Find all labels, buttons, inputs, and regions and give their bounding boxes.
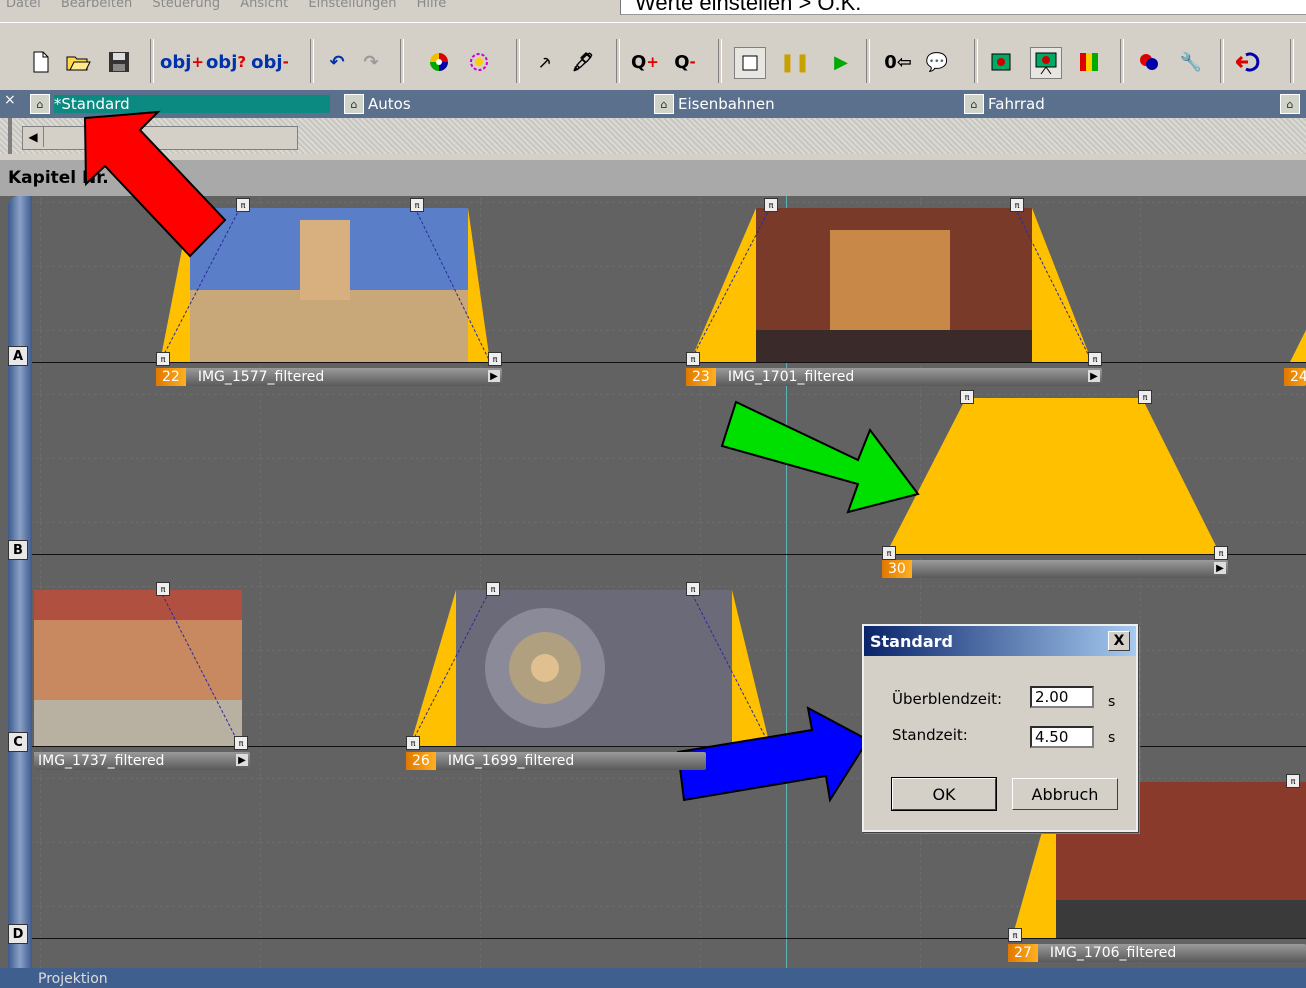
- clip-end-icon[interactable]: ▶: [1088, 370, 1100, 382]
- stand-time-unit: s: [1108, 730, 1116, 746]
- green-arrow: [720, 400, 920, 514]
- clip-handle[interactable]: π: [486, 582, 500, 596]
- clip-bar-30[interactable]: 30 ▶: [882, 560, 1228, 578]
- clip-graphics: [34, 110, 1306, 938]
- clip-number: 26: [406, 752, 436, 770]
- red-arrow: [83, 110, 227, 258]
- clip-handle[interactable]: π: [1010, 198, 1024, 212]
- clip-number: 30: [882, 560, 912, 578]
- clip-name: IMG_1699_filtered: [447, 753, 575, 769]
- clip-handle[interactable]: π: [960, 390, 974, 404]
- clip-handle[interactable]: π: [410, 198, 424, 212]
- clip-handle[interactable]: π: [156, 582, 170, 596]
- clip-end-icon[interactable]: ▶: [488, 370, 500, 382]
- clip-24-graphic: [1290, 330, 1306, 362]
- clip-name: IMG_1706_filtered: [1049, 945, 1177, 961]
- clip-1737-graphic: [34, 589, 242, 747]
- clip-30-graphic: [886, 398, 1220, 554]
- clip-23-graphic: [689, 207, 1093, 363]
- status-bar: Projektion: [0, 968, 1306, 988]
- clip-bar-24[interactable]: 24: [1284, 368, 1306, 386]
- clip-handle[interactable]: π: [1008, 928, 1022, 942]
- fade-time-label: Überblendzeit:: [892, 690, 1003, 708]
- clip-name: IMG_1737_filtered: [38, 753, 165, 769]
- clip-bar-27[interactable]: 27 IMG_1706_filtered: [1008, 944, 1306, 962]
- stand-time-label: Standzeit:: [892, 726, 968, 744]
- clip-handle[interactable]: π: [1138, 390, 1152, 404]
- status-text: Projektion: [38, 971, 108, 987]
- clip-26-graphic: [409, 589, 771, 747]
- clip-handle[interactable]: π: [686, 582, 700, 596]
- clip-name: IMG_1701_filtered: [727, 369, 855, 385]
- clip-handle[interactable]: π: [1214, 546, 1228, 560]
- clip-bar-1737[interactable]: IMG_1737_filtered ▶: [34, 752, 250, 770]
- standard-dialog: Standard X Überblendzeit: s Standzeit: s…: [862, 624, 1138, 832]
- cancel-button[interactable]: Abbruch: [1012, 778, 1118, 810]
- ok-button[interactable]: OK: [891, 777, 997, 811]
- clip-handle[interactable]: π: [882, 546, 896, 560]
- fade-time-input[interactable]: [1030, 686, 1094, 708]
- clip-name: IMG_1577_filtered: [197, 369, 325, 385]
- clip-handle[interactable]: π: [406, 736, 420, 750]
- clip-number: 24: [1284, 368, 1306, 386]
- clip-end-icon[interactable]: ▶: [236, 754, 248, 766]
- close-icon[interactable]: X: [1108, 631, 1130, 651]
- dialog-title: Standard: [870, 631, 953, 651]
- dialog-title-bar[interactable]: Standard X: [864, 626, 1136, 656]
- clip-number: 27: [1008, 944, 1038, 962]
- clip-bar-26[interactable]: 26 IMG_1699_filtered: [406, 752, 706, 770]
- fade-time-unit: s: [1108, 694, 1116, 710]
- clip-handle[interactable]: π: [156, 352, 170, 366]
- clip-handle[interactable]: π: [236, 198, 250, 212]
- clip-end-icon[interactable]: ▶: [1214, 562, 1226, 574]
- clip-handle[interactable]: π: [1286, 774, 1300, 788]
- clip-number: 23: [686, 368, 716, 386]
- stand-time-input[interactable]: [1030, 726, 1094, 748]
- clip-handle[interactable]: π: [488, 352, 502, 366]
- clip-number: 22: [156, 368, 186, 386]
- clip-handle[interactable]: π: [1088, 352, 1102, 366]
- clip-handle[interactable]: π: [764, 198, 778, 212]
- clip-handle[interactable]: π: [234, 736, 248, 750]
- clip-bar-22[interactable]: 22 IMG_1577_filtered ▶: [156, 368, 502, 386]
- clip-bar-23[interactable]: 23 IMG_1701_filtered ▶: [686, 368, 1102, 386]
- clip-handle[interactable]: π: [686, 352, 700, 366]
